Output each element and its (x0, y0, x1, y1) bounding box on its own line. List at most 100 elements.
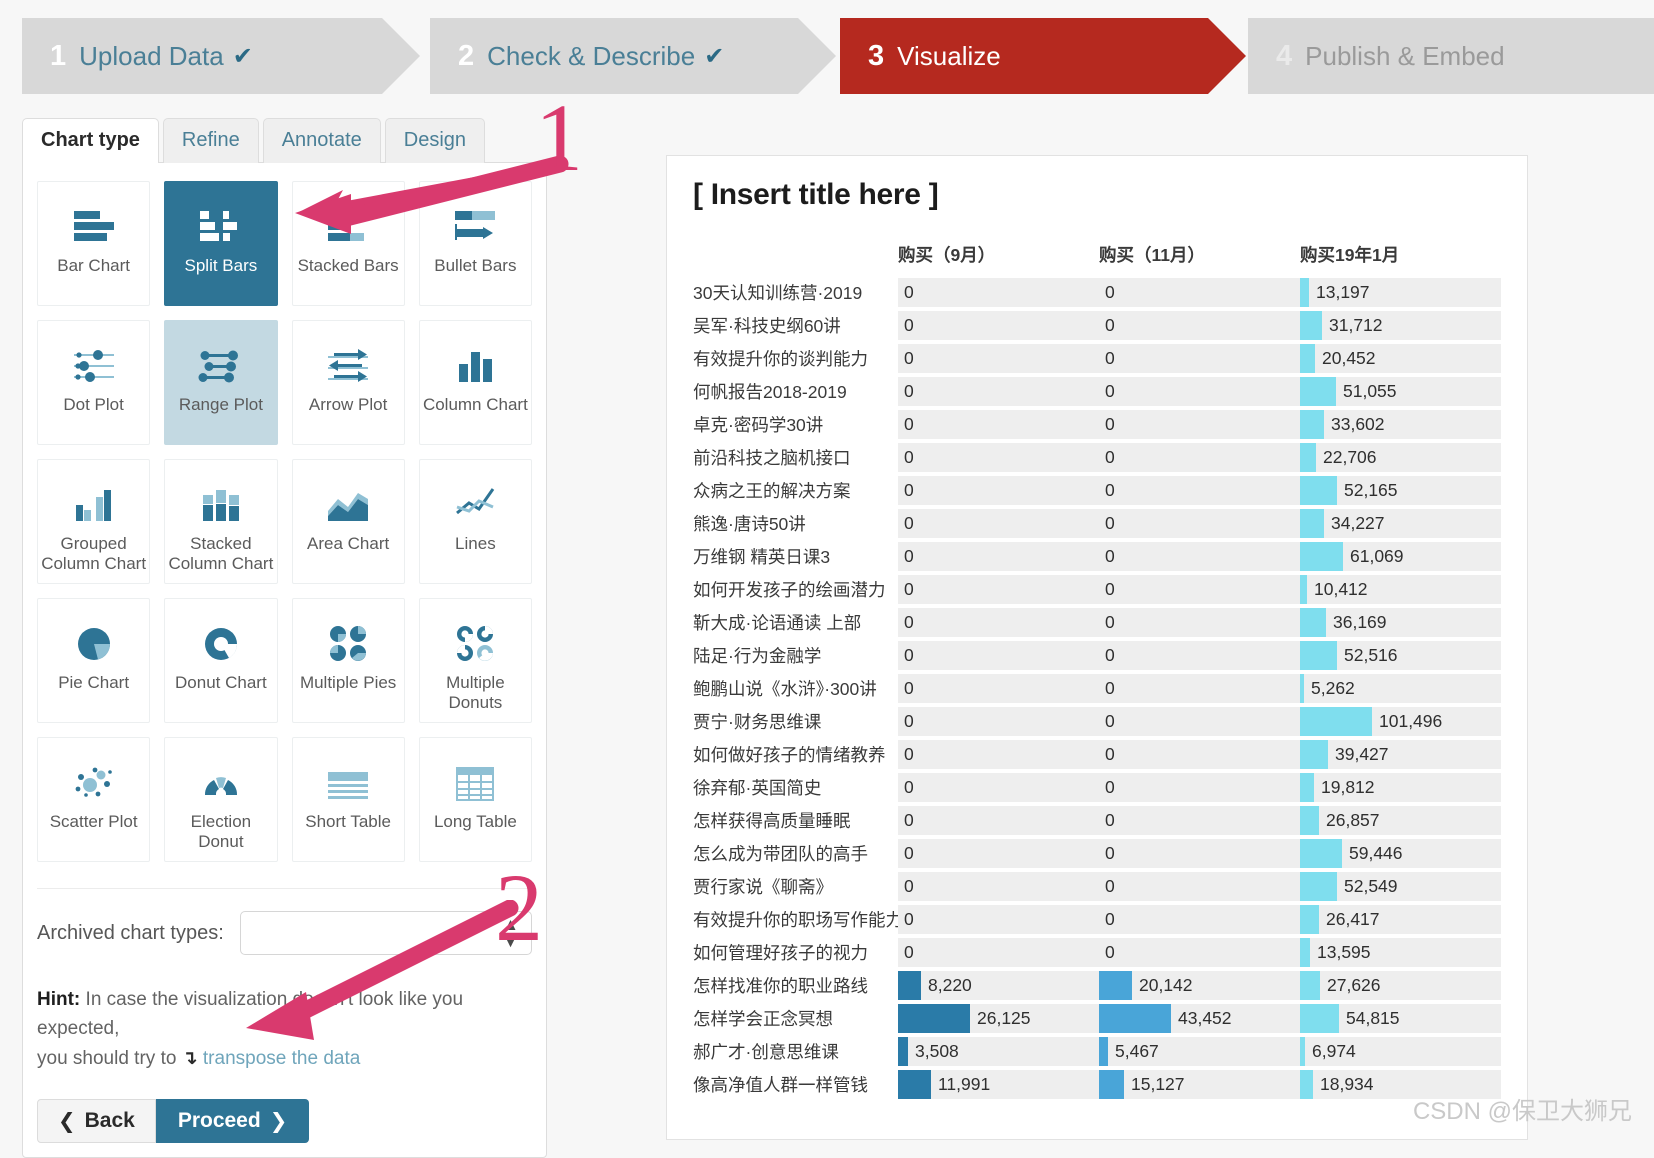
bar-cell: 5,467 (1099, 1035, 1300, 1068)
chart-type-area-chart[interactable]: Area Chart (291, 459, 405, 584)
step-label: Check & Describe (487, 40, 696, 71)
row-label: 如何开发孩子的绘画潜力 (693, 580, 886, 600)
bar (1099, 1037, 1108, 1066)
bar-track: 0 (1099, 509, 1300, 538)
bar (1300, 1004, 1339, 1033)
chart-type-grouped-column-chart[interactable]: Grouped Column Chart (37, 459, 151, 584)
bar-value: 0 (904, 612, 914, 632)
chart-type-scatter-plot[interactable]: Scatter Plot (37, 737, 151, 862)
bar-track: 0 (1099, 773, 1300, 802)
bar (1300, 971, 1320, 1000)
row-label: 像高净值人群一样管钱 (693, 1075, 868, 1095)
tab-chart-type[interactable]: Chart type (22, 118, 159, 163)
bar-track: 0 (898, 773, 1099, 802)
bar-cell: 0 (1099, 672, 1300, 705)
wizard-step-visualize[interactable]: 3 Visualize (840, 18, 1246, 94)
chart-type-label: Arrow Plot (308, 395, 388, 414)
chart-type-pie-chart[interactable]: Pie Chart (37, 598, 151, 723)
chart-type-bar-chart[interactable]: Bar Chart (37, 181, 151, 306)
column-header-0: 购买（9月） (898, 245, 996, 265)
bar-cell: 0 (1099, 771, 1300, 804)
bar-cell: 15,127 (1099, 1068, 1300, 1101)
bar-cell: 0 (898, 474, 1099, 507)
chart-type-dot-plot[interactable]: Dot Plot (37, 320, 151, 445)
step-label: Upload Data (79, 40, 224, 71)
bar-value: 0 (1105, 876, 1115, 896)
bar (1300, 410, 1324, 439)
table-row: 如何管理好孩子的视力 0 0 13,595 (693, 936, 1501, 969)
row-label: 有效提升你的谈判能力 (693, 349, 868, 369)
back-button[interactable]: ❮ Back (37, 1099, 156, 1144)
bar-track: 33,602 (1300, 410, 1501, 439)
chart-type-lines[interactable]: Lines (418, 459, 532, 584)
bar-cell: 0 (1099, 837, 1300, 870)
chart-type-column-chart[interactable]: Column Chart (418, 320, 532, 445)
chart-type-stacked-bars[interactable]: Stacked Bars (291, 181, 405, 306)
bar-cell: 27,626 (1300, 969, 1501, 1002)
chart-type-long-table[interactable]: Long Table (418, 737, 532, 862)
chart-type-label: Pie Chart (58, 673, 130, 692)
bar-track: 0 (898, 443, 1099, 472)
chart-type-multiple-pies[interactable]: Multiple Pies (291, 598, 405, 723)
bar (1300, 872, 1337, 901)
multiple-donuts-icon (449, 615, 501, 671)
chart-type-range-plot[interactable]: Range Plot (164, 320, 278, 445)
chart-title[interactable]: [ Insert title here ] (693, 178, 1501, 212)
navigation-buttons: ❮ Back Proceed ❯ (37, 1099, 532, 1144)
bar (1300, 443, 1316, 472)
chart-type-stacked-column-chart[interactable]: Stacked Column Chart (164, 459, 278, 584)
bar-track: 0 (1099, 905, 1300, 934)
long-table-icon (449, 754, 501, 810)
chart-type-election-donut[interactable]: Election Donut (164, 737, 278, 862)
bar-cell: 54,815 (1300, 1002, 1501, 1035)
area-chart-icon (322, 476, 374, 532)
bar-track: 39,427 (1300, 740, 1501, 769)
bar-cell: 43,452 (1099, 1002, 1300, 1035)
multiple-pies-icon (322, 615, 374, 671)
bar-track: 0 (1099, 839, 1300, 868)
chart-type-arrow-plot[interactable]: Arrow Plot (291, 320, 405, 445)
archived-select[interactable]: ▲ ▼ (239, 911, 532, 955)
bar-cell: 0 (898, 804, 1099, 837)
proceed-button-label: Proceed (177, 1109, 261, 1133)
tab-refine[interactable]: Refine (162, 118, 259, 163)
bar-track: 34,227 (1300, 509, 1501, 538)
bar-value: 0 (1105, 480, 1115, 500)
bar-track: 59,446 (1300, 839, 1501, 868)
bar-cell: 39,427 (1300, 738, 1501, 771)
bar (1099, 971, 1132, 1000)
wizard-step-upload-data[interactable]: 1 Upload Data ✔ (22, 18, 420, 94)
bar (1300, 311, 1322, 340)
bar-cell: 10,412 (1300, 573, 1501, 606)
bar-cell: 0 (1099, 408, 1300, 441)
hint-prefix: Hint: (37, 989, 81, 1010)
bar-cell: 51,055 (1300, 375, 1501, 408)
bar-cell: 0 (1099, 375, 1300, 408)
bar-cell: 3,508 (898, 1035, 1099, 1068)
chart-type-bullet-bars[interactable]: Bullet Bars (418, 181, 532, 306)
bar-track: 51,055 (1300, 377, 1501, 406)
proceed-button[interactable]: Proceed ❯ (155, 1099, 310, 1144)
bar (1300, 1070, 1313, 1099)
bar-cell: 5,262 (1300, 672, 1501, 705)
tab-annotate[interactable]: Annotate (262, 118, 381, 163)
bar-track: 0 (898, 509, 1099, 538)
bar (1300, 377, 1336, 406)
chart-type-short-table[interactable]: Short Table (291, 737, 405, 862)
bar-track: 0 (1099, 641, 1300, 670)
tab-design[interactable]: Design (384, 118, 486, 163)
row-label: 贾行家说《聊斋》 (693, 877, 833, 897)
chart-type-label: Area Chart (307, 534, 390, 553)
bar (1099, 1070, 1124, 1099)
transpose-data-link[interactable]: transpose the data (203, 1048, 360, 1069)
bar-value: 26,417 (1326, 909, 1380, 929)
bar-cell: 52,516 (1300, 639, 1501, 672)
wizard-step-check-describe[interactable]: 2 Check & Describe ✔ (430, 18, 836, 94)
wizard-step-publish-embed[interactable]: 4 Publish & Embed (1248, 18, 1654, 94)
table-row: 鲍鹏山说《水浒》·300讲 0 0 5,262 (693, 672, 1501, 705)
chart-type-donut-chart[interactable]: Donut Chart (164, 598, 278, 723)
chart-type-multiple-donuts[interactable]: Multiple Donuts (418, 598, 532, 723)
chart-type-split-bars[interactable]: Split Bars (164, 181, 278, 306)
check-icon: ✔ (232, 42, 253, 70)
bar-value: 26,125 (977, 1008, 1031, 1028)
